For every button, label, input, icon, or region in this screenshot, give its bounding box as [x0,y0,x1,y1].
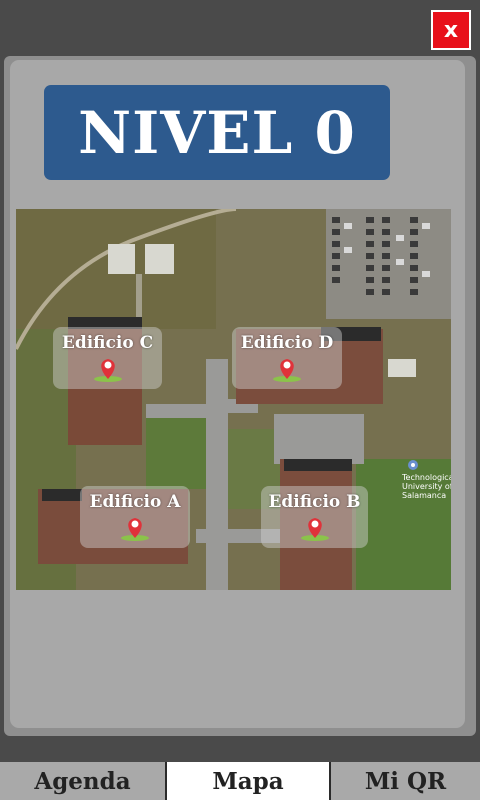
close-icon: x [443,17,459,43]
tab-mapa[interactable]: Mapa [167,762,329,800]
level-title: NIVEL 0 [44,85,390,180]
close-button[interactable]: x [431,10,471,50]
tab-mi-qr[interactable]: Mi QR [331,762,480,800]
map-pin-icon [93,359,122,382]
building-a-marker[interactable]: Edificio A [80,486,190,548]
building-c-marker[interactable]: Edificio C [53,327,162,389]
building-label: Edificio D [240,333,334,353]
map-pin-icon [300,518,329,541]
bottom-tab-bar: Agenda Mapa Mi QR [0,762,480,800]
map-pin-icon [121,518,149,541]
building-label: Edificio A [89,492,181,512]
building-label: Edificio B [268,492,361,512]
poi-label: Technological University of Salamanca [402,473,451,500]
tab-agenda[interactable]: Agenda [0,762,165,800]
building-label: Edificio C [61,333,154,353]
building-b-marker[interactable]: Edificio B [261,486,368,548]
building-d-marker[interactable]: Edificio D [232,327,342,389]
map-pin-icon [273,359,301,382]
